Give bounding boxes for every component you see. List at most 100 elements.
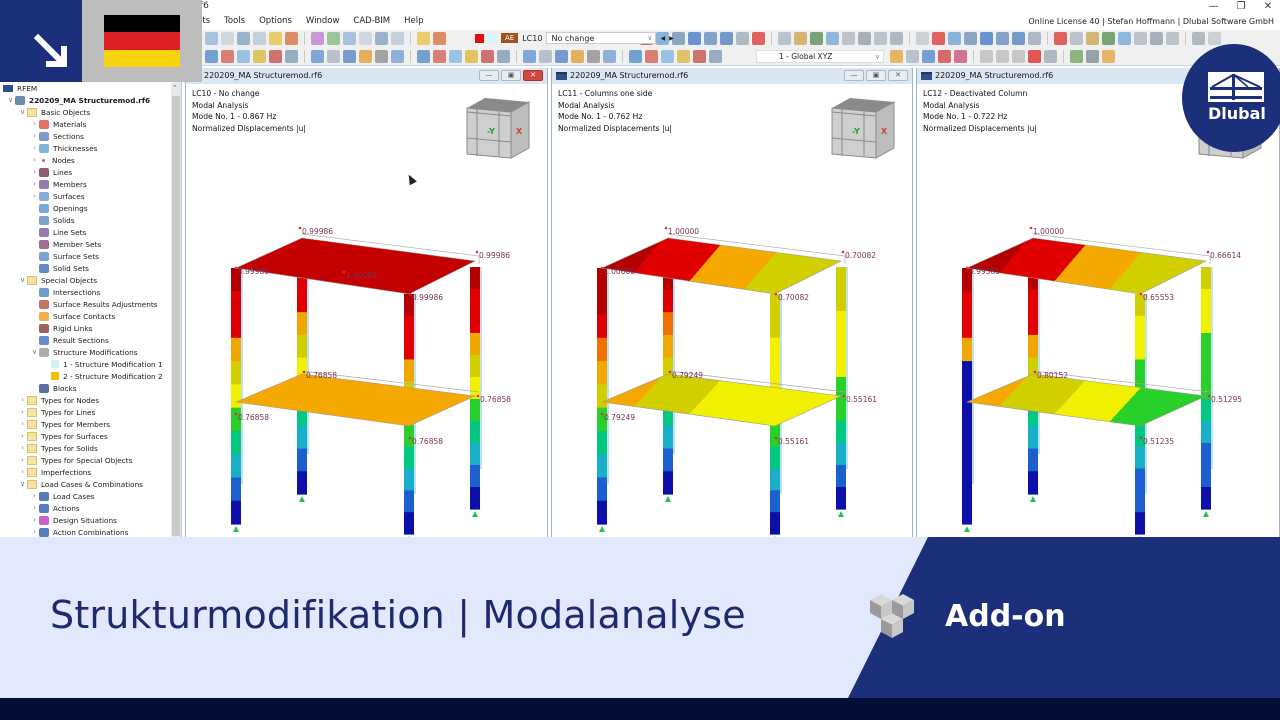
toolbar-tool-icon[interactable] — [375, 32, 388, 45]
menu-cadbim[interactable]: CAD-BIM — [353, 16, 390, 26]
menu-options[interactable]: Options — [259, 16, 292, 26]
collapse-chevron-icon[interactable]: › — [30, 516, 39, 524]
toolbar-tool-icon[interactable] — [433, 32, 446, 45]
toolbar-tool-icon[interactable] — [996, 32, 1009, 45]
toolbar-tool-icon[interactable] — [1208, 32, 1221, 45]
tree-item[interactable]: › Types for Nodes — [18, 394, 99, 406]
tree-item[interactable]: Solids — [30, 214, 75, 226]
tree-item[interactable]: ∨ Structure Modifications — [30, 346, 138, 358]
toolbar-tool-icon[interactable] — [269, 50, 282, 63]
toolbar-tool-icon[interactable] — [237, 32, 250, 45]
toolbar-tool-icon[interactable] — [523, 50, 536, 63]
toolbar-tool-icon[interactable] — [709, 50, 722, 63]
collapse-chevron-icon[interactable]: › — [30, 192, 39, 200]
tree-item[interactable]: 1 - Structure Modification 1 — [42, 358, 163, 370]
toolbar-tool-icon[interactable] — [938, 50, 951, 63]
structure-model-render[interactable]: 1.00000 1.00000 0.70082 0.70082 0.79249 0.792… — [552, 84, 913, 538]
tree-item[interactable]: › Thicknesses — [30, 142, 97, 154]
toolbar-tool-icon[interactable] — [1166, 32, 1179, 45]
toolbar-tool-icon[interactable] — [736, 32, 749, 45]
tree-item[interactable]: › Nodes — [30, 154, 75, 166]
structure-model-render[interactable]: 1.00000 0.99585 0.66614 0.65553 0.80152 0.512… — [917, 84, 1280, 538]
tree-item[interactable]: › Imperfections — [18, 466, 91, 478]
toolbar-tool-icon[interactable] — [1192, 32, 1205, 45]
toolbar-tool-icon[interactable] — [375, 50, 388, 63]
toolbar-tool-icon[interactable] — [343, 50, 356, 63]
load-case-dropdown[interactable]: No change — [546, 32, 657, 44]
toolbar-tool-icon[interactable] — [311, 50, 324, 63]
toolbar-tool-icon[interactable] — [916, 32, 929, 45]
close-icon[interactable]: ✕ — [1264, 1, 1272, 12]
toolbar-tool-icon[interactable] — [587, 50, 600, 63]
tree-item[interactable]: › Surfaces — [30, 190, 85, 202]
collapse-chevron-icon[interactable]: › — [30, 144, 39, 152]
toolbar-tool-icon[interactable] — [1086, 32, 1099, 45]
toolbar-tool-icon[interactable] — [571, 50, 584, 63]
collapse-chevron-icon[interactable]: › — [18, 420, 27, 428]
toolbar-tool-icon[interactable] — [1044, 50, 1057, 63]
tree-item[interactable]: › Lines — [30, 166, 72, 178]
collapse-chevron-icon[interactable]: › — [30, 156, 39, 164]
tree-item[interactable]: 2 - Structure Modification 2 — [42, 370, 163, 382]
tree-item[interactable]: Rigid Links — [30, 322, 92, 334]
toolbar-tool-icon[interactable] — [359, 50, 372, 63]
toolbar-tool-icon[interactable] — [964, 32, 977, 45]
toolbar-tool-icon[interactable] — [237, 50, 250, 63]
tree-item[interactable]: › Types for Special Objects — [18, 454, 132, 466]
minimize-viewport-button[interactable]: — — [844, 70, 864, 81]
tree-item[interactable]: › Load Cases — [30, 490, 94, 502]
expand-chevron-icon[interactable]: ∨ — [30, 348, 39, 356]
toolbar-tool-icon[interactable] — [1070, 32, 1083, 45]
toolbar-tool-icon[interactable] — [327, 32, 340, 45]
collapse-chevron-icon[interactable]: › — [30, 504, 39, 512]
tree-item[interactable]: Openings — [30, 202, 88, 214]
tree-item[interactable]: › Action Combinations — [30, 526, 128, 537]
tree-item[interactable]: › Types for Surfaces — [18, 430, 108, 442]
toolbar-tool-icon[interactable] — [890, 32, 903, 45]
expand-chevron-icon[interactable]: ∨ — [18, 480, 27, 488]
toolbar-tool-icon[interactable] — [1102, 32, 1115, 45]
toolbar-tool-icon[interactable] — [603, 50, 616, 63]
toolbar-tool-icon[interactable] — [1150, 32, 1163, 45]
toolbar-tool-icon[interactable] — [1054, 32, 1067, 45]
menu-tools[interactable]: Tools — [224, 16, 245, 26]
toolbar-tool-icon[interactable] — [465, 50, 478, 63]
toolbar-tool-icon[interactable] — [253, 50, 266, 63]
restore-icon[interactable]: ❐ — [1237, 1, 1246, 12]
toolbar-tool-icon[interactable] — [433, 50, 446, 63]
toolbar-tool-icon[interactable] — [1012, 50, 1025, 63]
toolbar-tool-icon[interactable] — [205, 50, 218, 63]
toolbar-tool-icon[interactable] — [922, 50, 935, 63]
toolbar-tool-icon[interactable] — [1028, 32, 1041, 45]
collapse-chevron-icon[interactable]: › — [18, 432, 27, 440]
menu-help[interactable]: Help — [404, 16, 423, 26]
tree-item[interactable]: › Materials — [30, 118, 86, 130]
coordinate-system-dropdown[interactable]: 1 - Global XYZ — [756, 50, 884, 63]
toolbar-tool-icon[interactable] — [858, 32, 871, 45]
toolbar-tool-icon[interactable] — [810, 32, 823, 45]
toolbar-tool-icon[interactable] — [391, 32, 404, 45]
close-viewport-button[interactable]: ✕ — [523, 70, 543, 81]
tree-item[interactable]: Blocks — [30, 382, 77, 394]
scrollbar-thumb[interactable] — [172, 96, 180, 536]
previous-load-case-button[interactable]: ◀ — [660, 35, 665, 42]
toolbar-tool-icon[interactable] — [720, 32, 733, 45]
toolbar-tool-icon[interactable] — [752, 32, 765, 45]
toolbar-tool-icon[interactable] — [794, 32, 807, 45]
toolbar-tool-icon[interactable] — [704, 32, 717, 45]
viewport-titlebar[interactable]: 220209_MA Structuremod.rf6 — ▣ ✕ — [186, 68, 547, 84]
collapse-chevron-icon[interactable]: › — [30, 180, 39, 188]
viewport-window[interactable]: 220209_MA Structuremod.rf6 — ▣ ✕ LC11 - … — [551, 68, 913, 538]
toolbar-tool-icon[interactable] — [778, 32, 791, 45]
toolbar-tool-icon[interactable] — [980, 50, 993, 63]
tree-item[interactable]: › Types for Lines — [18, 406, 95, 418]
collapse-chevron-icon[interactable]: › — [30, 132, 39, 140]
toolbar-tool-icon[interactable] — [417, 32, 430, 45]
toolbar-tool-icon[interactable] — [221, 32, 234, 45]
tree-item[interactable]: Member Sets — [30, 238, 101, 250]
toolbar-tool-icon[interactable] — [343, 32, 356, 45]
tree-item[interactable]: Surface Sets — [30, 250, 99, 262]
tree-item[interactable]: Result Sections — [30, 334, 109, 346]
toolbar-tool-icon[interactable] — [688, 32, 701, 45]
toolbar-tool-icon[interactable] — [359, 32, 372, 45]
